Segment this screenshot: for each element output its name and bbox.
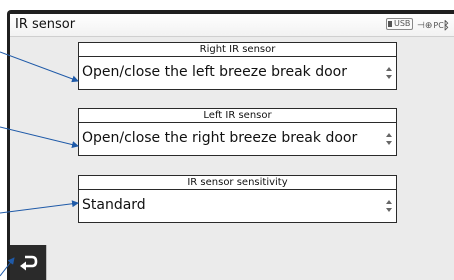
left-ir-sensor-select[interactable]: Open/close the right breeze break door — [78, 122, 397, 156]
back-arrow-icon — [20, 255, 38, 270]
ir-sensor-sensitivity-setting: IR sensor sensitivity Standard — [78, 175, 397, 223]
bluetooth-icon: ᛒ — [443, 19, 450, 32]
select-value: Open/close the left breeze break door — [82, 64, 348, 80]
usb-icon — [388, 21, 392, 27]
device-screen: IR sensor USB ⊣⊕ PC ᛒ Right IR sensor Ope… — [10, 14, 454, 280]
back-button[interactable] — [10, 245, 46, 280]
title-bar: IR sensor USB ⊣⊕ PC ᛒ — [10, 14, 454, 37]
up-down-arrows-icon — [385, 199, 393, 213]
up-down-arrows-icon — [385, 132, 393, 146]
screen-title: IR sensor — [15, 17, 76, 32]
select-value: Open/close the right breeze break door — [82, 130, 358, 146]
usb-status: USB — [386, 18, 414, 30]
ir-sensor-sensitivity-select[interactable]: Standard — [78, 189, 397, 223]
footer-divider — [46, 245, 47, 280]
right-ir-sensor-select[interactable]: Open/close the left breeze break door — [78, 56, 397, 90]
setting-label: Right IR sensor — [78, 42, 397, 56]
setting-label: IR sensor sensitivity — [78, 175, 397, 189]
pc-connection-status: ⊣⊕ PC — [417, 18, 444, 33]
usb-label: USB — [394, 19, 411, 28]
plug-icon: ⊣⊕ — [417, 20, 433, 31]
right-ir-sensor-setting: Right IR sensor Open/close the left bree… — [78, 42, 397, 90]
up-down-arrows-icon — [385, 66, 393, 80]
select-value: Standard — [82, 197, 146, 213]
left-ir-sensor-setting: Left IR sensor Open/close the right bree… — [78, 108, 397, 156]
setting-label: Left IR sensor — [78, 108, 397, 122]
